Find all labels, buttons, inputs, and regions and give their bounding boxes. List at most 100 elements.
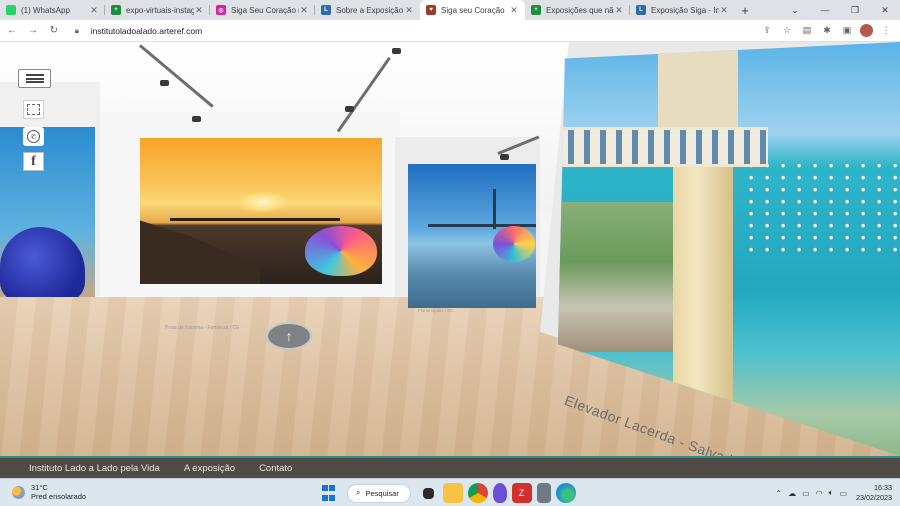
pier — [170, 218, 340, 221]
chevron-up-icon[interactable]: ⌃ — [775, 489, 782, 498]
file-explorer-icon[interactable] — [442, 483, 463, 503]
facebook-share-button[interactable]: f — [23, 152, 44, 171]
elevator-top — [658, 42, 738, 137]
edge-icon[interactable] — [555, 483, 576, 503]
site-logo-icon: L — [636, 5, 646, 15]
elevator-walkway — [558, 127, 768, 167]
arrow-up-icon: ↑ — [285, 328, 293, 344]
artwork-ponte-florianopolis[interactable] — [408, 164, 536, 308]
close-icon[interactable]: ✕ — [614, 5, 624, 16]
weather-temp: 31°C — [31, 483, 48, 492]
forward-button[interactable]: → — [24, 22, 42, 40]
tab-exposicao-siga[interactable]: L Exposição Siga - Insti ✕ — [630, 0, 735, 20]
app-icon-purple[interactable] — [492, 483, 507, 503]
url-text: institutoladoalado.arteref.com — [90, 25, 203, 36]
photos-app-icon[interactable] — [536, 483, 551, 503]
tab-search-icon[interactable]: ⌄ — [780, 0, 810, 20]
facebook-icon: f — [31, 153, 36, 169]
search-icon: ⌕ — [356, 488, 361, 497]
artwork-caption: Florianópolis / SC — [418, 308, 454, 313]
taskbar-search[interactable]: ⌕ Pesquisar — [347, 483, 411, 503]
tab-whatsapp[interactable]: (1) WhatsApp ✕ — [0, 0, 105, 20]
close-window-button[interactable]: ✕ — [870, 0, 900, 20]
bridge-tower — [493, 189, 496, 229]
extensions-icon[interactable]: ✱ — [817, 22, 837, 40]
close-icon[interactable]: ✕ — [509, 5, 519, 16]
close-icon[interactable]: ✕ — [719, 5, 729, 16]
display-icon[interactable]: ▭ — [802, 489, 810, 498]
maximize-button[interactable]: ❐ — [840, 0, 870, 20]
tab-title: (1) WhatsApp — [21, 5, 70, 15]
menu-button[interactable] — [18, 69, 51, 88]
heart-sculpture — [305, 226, 377, 276]
tab-sobre-exposicao[interactable]: L Sobre a Exposição Sig ✕ — [315, 0, 420, 20]
tab-exposicoes[interactable]: + Exposições que não p ✕ — [525, 0, 630, 20]
sheets-icon: + — [111, 5, 121, 15]
window-controls: ⌄ — ❐ ✕ — [780, 0, 900, 20]
close-icon[interactable]: ✕ — [404, 5, 414, 16]
date: 23/02/2023 — [856, 493, 892, 502]
fullscreen-icon — [27, 104, 40, 115]
profile-avatar[interactable] — [860, 23, 874, 37]
weather-widget[interactable]: 31°C Pred ensolarado — [12, 483, 86, 501]
side-panel-icon[interactable]: ▣ — [837, 22, 857, 40]
rocks — [140, 220, 260, 284]
spotlight-icon — [192, 116, 201, 122]
tab-siga-seu-coracao[interactable]: ♥ Siga seu Coração ✕ — [420, 0, 525, 20]
tab-title: Siga seu Coração — [441, 5, 505, 15]
windows-start-icon[interactable] — [319, 483, 339, 503]
artwork-caption: Praia de Iracema - Fortaleza / CE — [165, 325, 240, 331]
toolbar-icons: ⇪ ☆ ▤ ✱ ▣ ⋮ — [757, 22, 896, 40]
sun — [238, 192, 288, 212]
browser-toolbar: ← → ↻ 🔒︎ institutoladoalado.arteref.com … — [0, 20, 900, 42]
whatsapp-share-button[interactable]: ✆ — [23, 127, 44, 146]
tab-expo-virtuais[interactable]: + expo-virtuais-instagra ✕ — [105, 0, 210, 20]
site-logo-icon: L — [321, 5, 331, 15]
spotlight-icon — [160, 80, 169, 86]
tab-title: expo-virtuais-instagra — [126, 5, 194, 15]
heart-sculpture — [493, 226, 535, 262]
battery-icon[interactable]: ▭ — [839, 489, 847, 498]
back-button[interactable]: ← — [3, 22, 21, 40]
nav-link-contato[interactable]: Contato — [259, 463, 292, 474]
bookmark-star-icon[interactable]: ☆ — [777, 22, 797, 40]
clock[interactable]: 16:33 23/02/2023 — [856, 483, 892, 503]
move-forward-arrow[interactable]: ↑ — [266, 322, 312, 350]
tab-title: Siga Seu Coração no — [231, 5, 299, 15]
share-icon[interactable]: ⇪ — [757, 22, 777, 40]
chrome-icon[interactable] — [467, 483, 488, 503]
cloud-sync-icon[interactable]: ☁ — [788, 489, 796, 498]
reading-list-icon[interactable]: ▤ — [797, 22, 817, 40]
browser-menu-icon[interactable]: ⋮ — [876, 22, 896, 40]
minimize-button[interactable]: — — [810, 0, 840, 20]
browser-tab-strip: (1) WhatsApp ✕ + expo-virtuais-instagra … — [0, 0, 900, 20]
address-bar[interactable]: 🔒︎ institutoladoalado.arteref.com — [70, 22, 758, 39]
screen: (1) WhatsApp ✕ + expo-virtuais-instagra … — [0, 0, 900, 506]
lock-icon[interactable]: 🔒︎ — [75, 26, 85, 36]
app-icon-red[interactable]: Z — [511, 483, 532, 503]
boats — [748, 162, 898, 252]
volume-icon[interactable]: 🔈︎ — [829, 488, 834, 498]
close-icon[interactable]: ✕ — [194, 5, 204, 16]
tab-title: Exposições que não p — [546, 5, 614, 15]
nav-link-exposicao[interactable]: A exposição — [184, 463, 235, 474]
system-tray: ⌃ ☁ ▭ ◠ 🔈︎ ▭ 16:33 23/02/2023 — [772, 482, 892, 504]
spotlight-icon — [345, 106, 354, 112]
search-label: Pesquisar — [365, 488, 399, 498]
wifi-icon[interactable]: ◠ — [816, 489, 823, 498]
task-view-icon[interactable] — [423, 487, 434, 499]
artwork-praia-iracema[interactable] — [140, 138, 382, 284]
windows-taskbar: 31°C Pred ensolarado ⌕ Pesquisar Z ⌃ ☁ ▭… — [0, 478, 900, 506]
whatsapp-icon — [6, 5, 16, 15]
reload-button[interactable]: ↻ — [45, 22, 63, 40]
fullscreen-button[interactable] — [23, 100, 44, 119]
close-icon[interactable]: ✕ — [299, 5, 309, 16]
time: 16:33 — [874, 483, 892, 492]
weather-desc: Pred ensolarado — [31, 492, 87, 501]
new-tab-button[interactable]: + — [735, 0, 755, 20]
nav-link-instituto[interactable]: Instituto Lado a Lado pela Vida — [29, 463, 160, 474]
close-icon[interactable]: ✕ — [89, 5, 99, 16]
sheets-icon: + — [531, 5, 541, 15]
virtual-gallery-scene[interactable]: Praia de Iracema - Fortaleza / CE Floria… — [0, 42, 900, 456]
tab-instagram[interactable]: ◎ Siga Seu Coração no ✕ — [210, 0, 315, 20]
